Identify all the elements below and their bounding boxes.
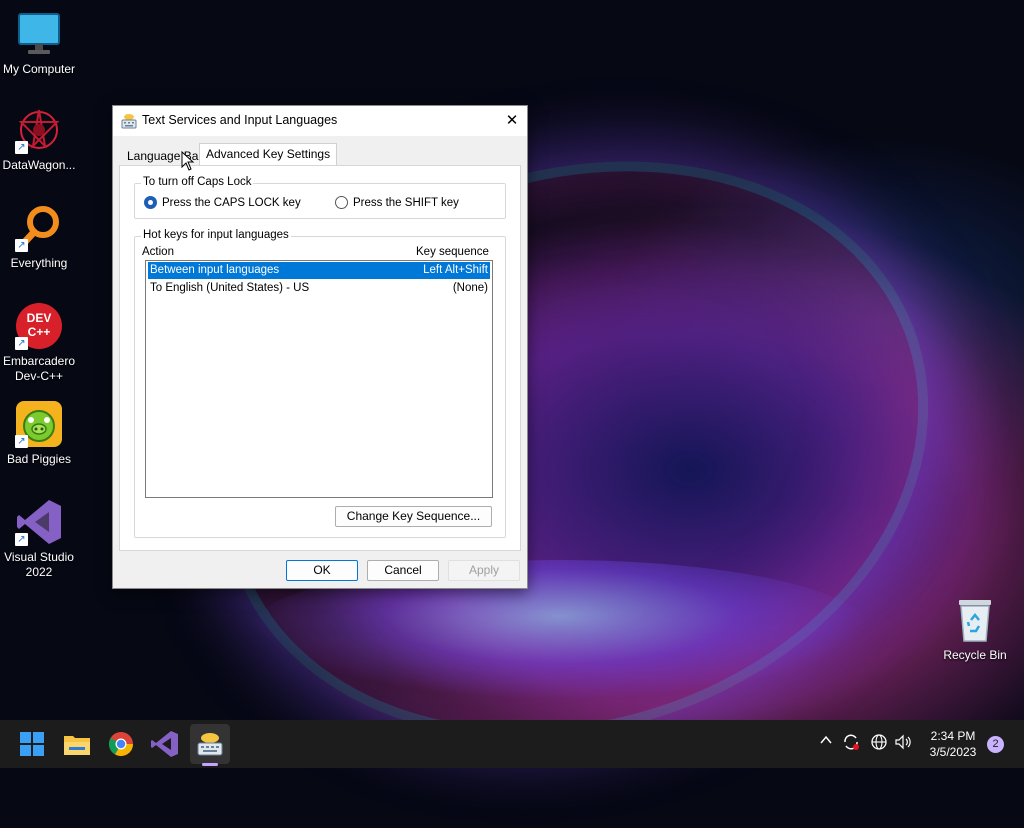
desktop-icon-label: Embarcadero Dev-C++ <box>2 354 76 383</box>
shortcut-arrow-icon: ↗ <box>15 141 28 154</box>
chevron-up-icon[interactable] <box>819 733 833 751</box>
desktop-icon-label: Bad Piggies <box>6 452 72 466</box>
desktop-icon-everything[interactable]: ↗ Everything <box>0 204 81 271</box>
radio-selected-indicator <box>144 196 157 209</box>
windows-start-icon[interactable] <box>16 728 48 760</box>
caps-lock-group: To turn off Caps Lock Press the CAPS LOC… <box>134 176 506 219</box>
visual-studio-icon: ↗ <box>15 498 63 546</box>
shortcut-arrow-icon: ↗ <box>15 533 28 546</box>
shortcut-arrow-icon: ↗ <box>15 239 28 252</box>
text-services-dialog: Text Services and Input Languages ✕ Lang… <box>112 105 528 589</box>
taskbar-running-indicator <box>202 763 218 766</box>
caps-lock-group-label: To turn off Caps Lock <box>141 176 254 188</box>
radio-label: Press the SHIFT key <box>353 196 459 209</box>
list-item-action: Between input languages <box>150 264 280 276</box>
desktop-icon-my-computer[interactable]: My Computer <box>0 10 81 77</box>
desktop-icon-label: My Computer <box>2 62 76 76</box>
list-item-keys: Left Alt+Shift <box>423 264 488 276</box>
dialog-title: Text Services and Input Languages <box>142 113 338 127</box>
speaker-icon[interactable] <box>894 733 912 755</box>
desktop-icon-visual-studio[interactable]: ↗ Visual Studio 2022 <box>0 498 81 580</box>
text-services-taskbar-icon[interactable] <box>194 728 226 760</box>
shortcut-arrow-icon: ↗ <box>15 435 28 448</box>
column-header-key-sequence: Key sequence <box>416 246 489 258</box>
file-explorer-icon[interactable] <box>61 728 93 760</box>
desktop-icon-recycle-bin[interactable]: Recycle Bin <box>933 596 1017 663</box>
devcpp-icon: DEV C++ ↗ <box>15 302 63 350</box>
desktop-icon-devcpp[interactable]: DEV C++ ↗ Embarcadero Dev-C++ <box>0 302 81 384</box>
shortcut-arrow-icon: ↗ <box>15 337 28 350</box>
ok-button[interactable]: OK <box>286 560 358 581</box>
taskbar-clock[interactable]: 2:34 PM 3/5/2023 <box>918 728 988 760</box>
visual-studio-taskbar-icon[interactable] <box>149 728 181 760</box>
desktop-icon-bad-piggies[interactable]: ↗ Bad Piggies <box>0 400 81 467</box>
tab-language-bar[interactable]: Language Bar <box>121 146 209 166</box>
bad-piggies-icon: ↗ <box>15 400 63 448</box>
mouse-cursor-icon <box>181 150 195 175</box>
change-key-sequence-button[interactable]: Change Key Sequence... <box>335 506 492 527</box>
cancel-button[interactable]: Cancel <box>367 560 439 581</box>
devcpp-logo-text: DEV C++ <box>26 311 52 339</box>
hotkeys-group-label: Hot keys for input languages <box>141 229 291 241</box>
desktop-icon-label: Everything <box>10 256 68 270</box>
list-item-keys: (None) <box>452 282 488 294</box>
radio-shift-key[interactable]: Press the SHIFT key <box>335 196 459 209</box>
notification-badge[interactable]: 2 <box>987 736 1004 753</box>
taskbar: 2:34 PM 3/5/2023 2 <box>0 720 1024 768</box>
list-item[interactable]: To English (United States) - US (None) <box>148 280 490 297</box>
desktop-icon-datawagon[interactable]: ↗ DataWagon... <box>0 106 81 173</box>
apply-button[interactable]: Apply <box>448 560 520 581</box>
globe-icon[interactable] <box>870 733 888 755</box>
radio-caps-lock-key[interactable]: Press the CAPS LOCK key <box>144 196 301 209</box>
magnifier-icon: ↗ <box>15 204 63 252</box>
radio-unselected-indicator <box>335 196 348 209</box>
monitor-icon <box>15 10 63 58</box>
desktop-icon-label: Recycle Bin <box>943 648 1007 662</box>
keyboard-icon <box>121 113 137 129</box>
dialog-titlebar[interactable]: Text Services and Input Languages ✕ <box>113 106 527 136</box>
chrome-icon[interactable] <box>105 728 137 760</box>
clock-date: 3/5/2023 <box>929 745 977 759</box>
desktop-icon-label: DataWagon... <box>2 158 76 172</box>
close-button[interactable]: ✕ <box>497 106 527 136</box>
column-header-action: Action <box>142 246 174 258</box>
radio-label: Press the CAPS LOCK key <box>162 196 301 209</box>
hotkeys-list[interactable]: Between input languages Left Alt+Shift T… <box>145 260 493 498</box>
recycle-bin-icon <box>951 596 999 644</box>
list-item[interactable]: Between input languages Left Alt+Shift <box>148 262 490 279</box>
desktop-icon-label: Visual Studio 2022 <box>4 550 74 579</box>
sync-alert-icon[interactable] <box>842 733 860 755</box>
tab-advanced-key-settings[interactable]: Advanced Key Settings <box>199 143 338 166</box>
datawagon-icon: ↗ <box>15 106 63 154</box>
clock-time: 2:34 PM <box>930 729 976 743</box>
list-item-action: To English (United States) - US <box>150 282 310 294</box>
